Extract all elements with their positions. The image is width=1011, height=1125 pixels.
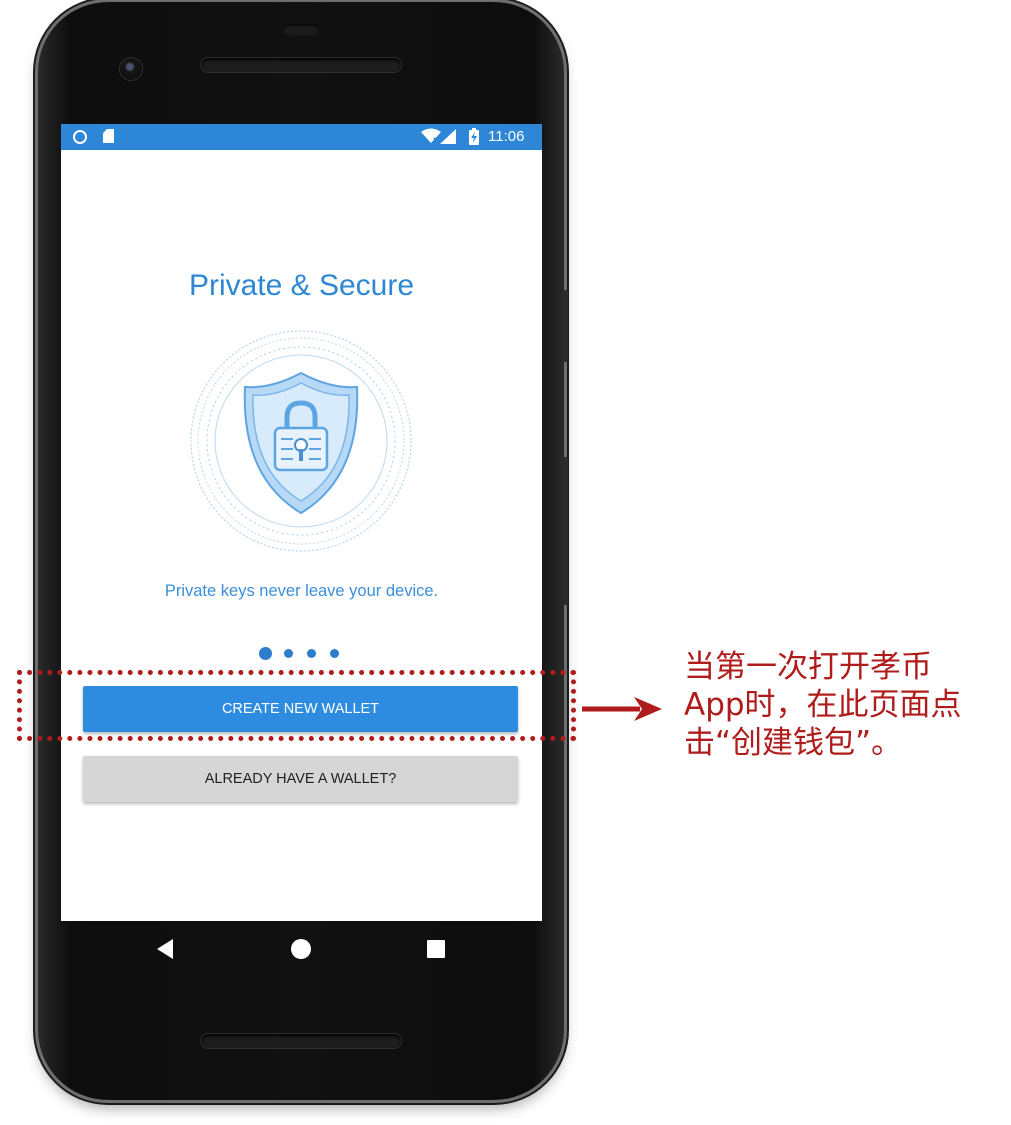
volume-button (563, 457, 568, 605)
arrow-right-icon (582, 697, 662, 721)
status-bar: 11:06 (61, 124, 542, 150)
status-time: 11:06 (488, 128, 525, 145)
highlight-box (17, 670, 576, 741)
already-have-wallet-button[interactable]: ALREADY HAVE A WALLET? (83, 756, 518, 802)
page-dot[interactable] (307, 649, 316, 658)
top-speaker-grille (201, 58, 401, 72)
back-icon[interactable] (157, 939, 175, 959)
navigation-bar (61, 921, 542, 977)
bottom-speaker-grille (201, 1034, 401, 1048)
page-title: Private & Secure (188, 269, 415, 302)
recents-icon[interactable] (427, 940, 445, 958)
page-dot-active[interactable] (259, 647, 272, 660)
signal-icon (440, 129, 456, 144)
battery-charging-icon (469, 128, 479, 145)
home-icon[interactable] (290, 938, 312, 960)
page-dot[interactable] (284, 649, 293, 658)
sd-card-icon (103, 129, 114, 143)
page-indicator (259, 646, 349, 662)
power-button (563, 290, 568, 362)
earpiece-slot (283, 24, 319, 36)
wifi-icon (421, 128, 441, 144)
notification-circle-icon (73, 130, 87, 144)
front-camera-icon (120, 58, 142, 80)
app-screen: 11:06 Private & Secure Private keys neve… (61, 124, 542, 921)
annotation-text: 当第一次打开孝币 App时，在此页面点 击“创建钱包”。 (684, 649, 962, 761)
page-dot[interactable] (330, 649, 339, 658)
page-subtitle: Private keys never leave your device. (164, 582, 439, 600)
shield-lock-icon (190, 330, 412, 552)
